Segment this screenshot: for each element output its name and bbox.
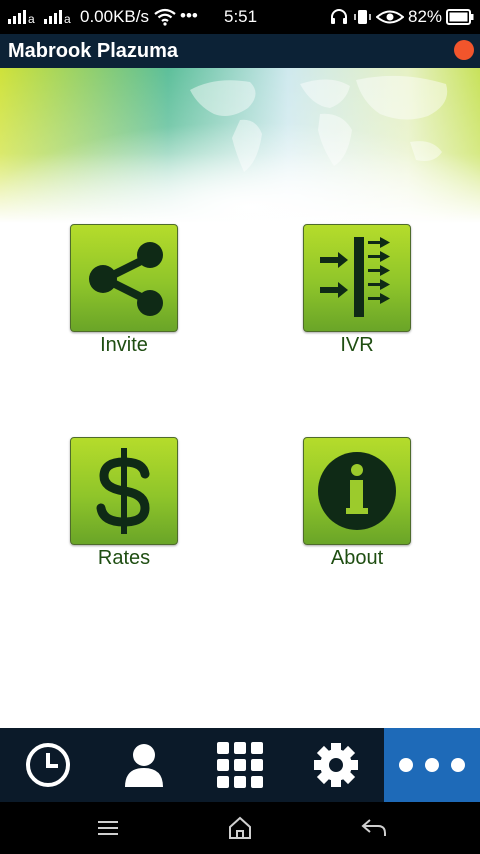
share-icon — [89, 242, 163, 316]
headset-icon — [331, 9, 347, 24]
tab-more[interactable] — [384, 728, 480, 802]
rates-label: Rates — [97, 547, 151, 569]
about-button[interactable] — [303, 437, 411, 545]
dialpad-icon — [217, 742, 263, 788]
app-title-bar: Mabrook Plazuma — [0, 34, 480, 68]
tab-dialpad[interactable] — [192, 728, 288, 802]
tab-history[interactable] — [0, 728, 96, 802]
eye-icon — [376, 10, 404, 24]
app-title: Mabrook Plazuma — [8, 40, 179, 62]
back-button[interactable] — [354, 812, 394, 844]
more-notifications-icon: ••• — [180, 6, 198, 25]
network-type-icon: a — [28, 12, 35, 26]
world-map-banner — [0, 68, 480, 223]
wifi-icon — [154, 8, 176, 26]
signal-icon — [8, 8, 26, 24]
menu-button[interactable] — [88, 812, 128, 844]
contacts-icon — [125, 744, 163, 787]
dollar-icon — [96, 448, 150, 534]
ivr-label: IVR — [340, 334, 374, 356]
ivr-button[interactable] — [303, 224, 411, 332]
gear-icon — [314, 743, 358, 787]
tab-settings[interactable] — [288, 728, 384, 802]
tab-contacts[interactable] — [96, 728, 192, 802]
network-type-icon-2: a — [64, 12, 71, 26]
status-bar: a a 0.00KB/s ••• 5:51 82% — [0, 0, 480, 34]
battery-percent: 82% — [408, 7, 443, 26]
main-content: Invite IVR Rates About — [0, 68, 480, 728]
home-icon — [229, 816, 251, 839]
more-icon — [399, 758, 465, 772]
clock-time: 5:51 — [224, 7, 258, 26]
menu-icon — [98, 821, 118, 835]
notification-dot-icon[interactable] — [454, 40, 474, 60]
invite-button[interactable] — [70, 224, 178, 332]
network-speed: 0.00KB/s — [80, 7, 149, 26]
invite-label: Invite — [100, 334, 148, 356]
home-button[interactable] — [220, 812, 260, 844]
system-nav-bar — [0, 802, 480, 854]
battery-icon — [446, 9, 474, 25]
clock-icon — [26, 743, 70, 787]
about-label: About — [330, 547, 384, 569]
rates-button[interactable] — [70, 437, 178, 545]
ivr-icon — [320, 237, 390, 317]
back-icon — [361, 819, 386, 836]
vibrate-icon — [354, 10, 371, 24]
signal-icon-2 — [44, 8, 62, 24]
bottom-nav — [0, 728, 480, 802]
info-icon — [318, 452, 396, 530]
